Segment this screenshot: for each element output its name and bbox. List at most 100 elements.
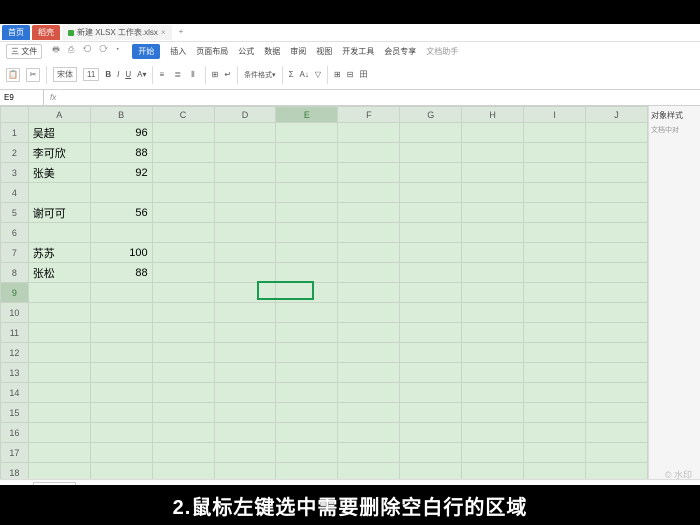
cell-C8[interactable] [152,263,214,283]
cell-C18[interactable] [152,463,214,480]
cell-F1[interactable] [338,123,400,143]
cell-H9[interactable] [462,283,524,303]
tab-docer[interactable]: 稻壳 [32,25,60,40]
cell-B7[interactable]: 100 [90,243,152,263]
cell-I12[interactable] [524,343,586,363]
cell-B17[interactable] [90,443,152,463]
row-header-18[interactable]: 18 [1,463,29,480]
cell-H7[interactable] [462,243,524,263]
file-menu[interactable]: 三 文件 [6,44,42,59]
sort-icon[interactable]: A↓ [300,70,309,79]
cell-B16[interactable] [90,423,152,443]
cell-A15[interactable] [28,403,90,423]
cell-A3[interactable]: 张美 [28,163,90,183]
cell-G16[interactable] [400,423,462,443]
insert-row-icon[interactable]: ⊞ [334,70,341,79]
qat-icons[interactable]: 🖶 ⎙ ⟲ ⟳ ▾ [52,44,122,58]
cell-B15[interactable] [90,403,152,423]
row-header-10[interactable]: 10 [1,303,29,323]
cell-I4[interactable] [524,183,586,203]
col-header-B[interactable]: B [90,107,152,123]
col-header-A[interactable]: A [28,107,90,123]
cell-E12[interactable] [276,343,338,363]
close-icon[interactable]: × [161,28,166,37]
cell-D4[interactable] [214,183,276,203]
cell-I1[interactable] [524,123,586,143]
cell-J15[interactable] [586,403,648,423]
cell-B6[interactable] [90,223,152,243]
cell-C2[interactable] [152,143,214,163]
name-box[interactable]: E9 [0,90,44,105]
format-icon[interactable]: 田 [359,69,367,80]
cell-H2[interactable] [462,143,524,163]
col-header-I[interactable]: I [524,107,586,123]
menu-insert[interactable]: 插入 [170,46,186,57]
col-header-D[interactable]: D [214,107,276,123]
cell-A16[interactable] [28,423,90,443]
cell-B1[interactable]: 96 [90,123,152,143]
cell-B18[interactable] [90,463,152,480]
cell-G14[interactable] [400,383,462,403]
cell-G18[interactable] [400,463,462,480]
cell-J6[interactable] [586,223,648,243]
cell-C4[interactable] [152,183,214,203]
cell-H4[interactable] [462,183,524,203]
cell-H3[interactable] [462,163,524,183]
cell-J1[interactable] [586,123,648,143]
cell-D9[interactable] [214,283,276,303]
cell-J12[interactable] [586,343,648,363]
cell-A7[interactable]: 苏苏 [28,243,90,263]
row-header-7[interactable]: 7 [1,243,29,263]
cell-B12[interactable] [90,343,152,363]
cell-G11[interactable] [400,323,462,343]
font-name[interactable]: 宋体 [53,67,77,82]
cell-C16[interactable] [152,423,214,443]
cell-I17[interactable] [524,443,586,463]
cell-C14[interactable] [152,383,214,403]
font-size[interactable]: 11 [83,68,99,81]
cell-C7[interactable] [152,243,214,263]
delete-row-icon[interactable]: ⊟ [347,70,354,79]
font-color-icon[interactable]: A▾ [137,70,146,79]
side-panel[interactable]: 对象样式 文档中对 [648,106,700,479]
cell-B2[interactable]: 88 [90,143,152,163]
cell-E10[interactable] [276,303,338,323]
cell-E1[interactable] [276,123,338,143]
cell-H11[interactable] [462,323,524,343]
menu-data[interactable]: 数据 [264,46,280,57]
cell-E15[interactable] [276,403,338,423]
cell-J9[interactable] [586,283,648,303]
cell-D11[interactable] [214,323,276,343]
cell-A10[interactable] [28,303,90,323]
cell-C3[interactable] [152,163,214,183]
cell-D3[interactable] [214,163,276,183]
col-header-F[interactable]: F [338,107,400,123]
cell-C12[interactable] [152,343,214,363]
col-header-G[interactable]: G [400,107,462,123]
cell-B9[interactable] [90,283,152,303]
cell-C10[interactable] [152,303,214,323]
cell-J5[interactable] [586,203,648,223]
cell-C6[interactable] [152,223,214,243]
cell-A17[interactable] [28,443,90,463]
cell-B8[interactable]: 88 [90,263,152,283]
cell-A4[interactable] [28,183,90,203]
cell-G2[interactable] [400,143,462,163]
cell-A1[interactable]: 吴超 [28,123,90,143]
align-icons[interactable]: ≡ ≣ ⫴ [159,70,198,80]
cell-F14[interactable] [338,383,400,403]
cell-A13[interactable] [28,363,90,383]
cell-F4[interactable] [338,183,400,203]
cell-F17[interactable] [338,443,400,463]
cell-F9[interactable] [338,283,400,303]
cell-J10[interactable] [586,303,648,323]
cell-B4[interactable] [90,183,152,203]
cell-D7[interactable] [214,243,276,263]
paste-icon[interactable]: 📋 [6,68,20,82]
cell-G8[interactable] [400,263,462,283]
row-header-8[interactable]: 8 [1,263,29,283]
cell-C17[interactable] [152,443,214,463]
cell-C1[interactable] [152,123,214,143]
cell-A6[interactable] [28,223,90,243]
cell-H5[interactable] [462,203,524,223]
